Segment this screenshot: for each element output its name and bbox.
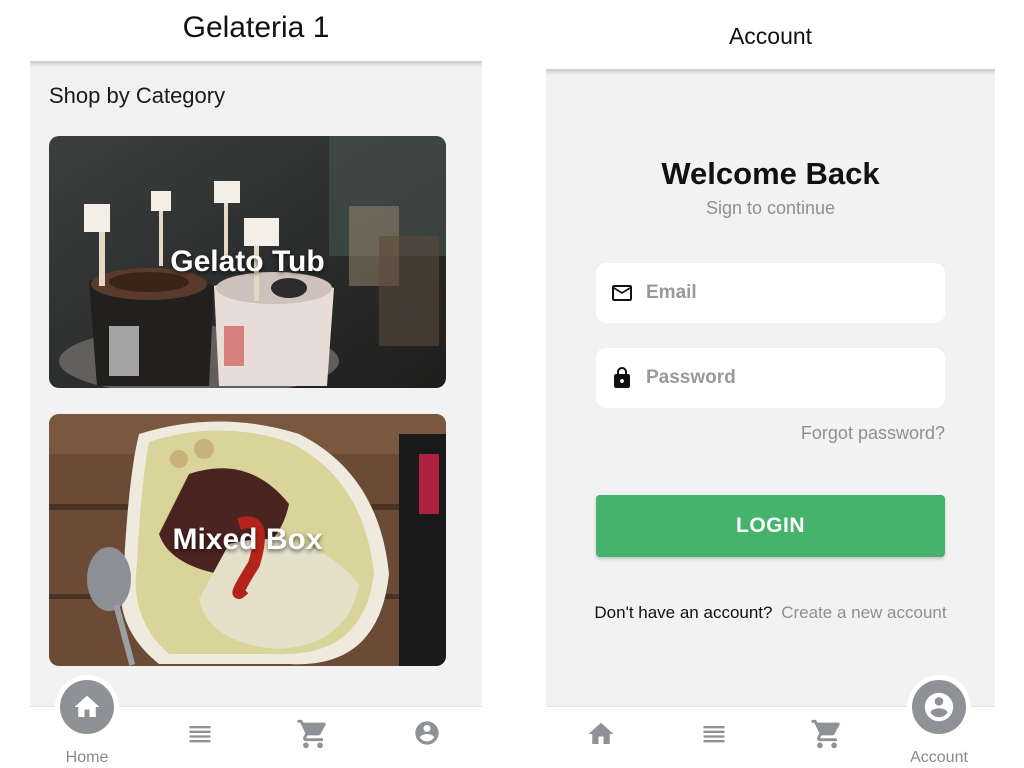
email-icon: [610, 281, 634, 305]
account-content: Welcome Back Sign to continue Forgot pas…: [546, 71, 995, 706]
nav-active-indicator: [907, 675, 971, 739]
lock-icon: [610, 366, 634, 390]
category-card-mixed-box[interactable]: Mixed Box: [49, 414, 446, 666]
home-icon: [74, 695, 100, 717]
nav-menu[interactable]: [669, 707, 759, 768]
no-account-text: Don't have an account?: [594, 603, 773, 622]
create-account-link[interactable]: Create a new account: [781, 603, 946, 622]
category-card-gelato-tub[interactable]: Gelato Tub: [49, 136, 446, 388]
account-header: Account: [546, 0, 995, 71]
nav-active-indicator: [55, 675, 119, 739]
nav-menu[interactable]: [155, 707, 245, 768]
nav-home[interactable]: [556, 707, 646, 768]
bottom-nav: Home: [30, 675, 482, 768]
category-label: Gelato Tub: [170, 245, 325, 278]
nav-home[interactable]: Home: [42, 675, 132, 768]
signup-row: Don't have an account? Create a new acco…: [546, 603, 995, 623]
email-field[interactable]: [646, 282, 926, 304]
account-circle-icon: [924, 692, 954, 722]
page-title: Gelateria 1: [182, 11, 330, 44]
forgot-password-link[interactable]: Forgot password?: [801, 423, 945, 444]
password-field[interactable]: [646, 367, 926, 389]
nav-home-label: Home: [65, 749, 109, 766]
account-circle-icon: [415, 721, 439, 745]
bottom-nav: Account: [546, 675, 995, 768]
nav-account[interactable]: Account: [894, 675, 984, 768]
menu-icon: [703, 726, 725, 743]
home-icon: [588, 722, 614, 744]
menu-icon: [189, 726, 211, 743]
cart-icon: [297, 719, 326, 749]
home-content: Shop by Category Gelato Tub Mixed Box: [30, 63, 482, 706]
account-screen: Account Welcome Back Sign to continue Fo…: [546, 0, 995, 768]
section-title: Shop by Category: [49, 83, 226, 108]
nav-account[interactable]: [382, 707, 472, 768]
nav-cart[interactable]: [782, 707, 872, 768]
home-header: Gelateria 1: [30, 0, 482, 63]
email-field-container[interactable]: [596, 263, 945, 323]
welcome-subtitle: Sign to continue: [705, 198, 836, 218]
cart-icon: [811, 719, 840, 749]
login-button[interactable]: LOGIN: [596, 495, 945, 557]
welcome-heading: Welcome Back: [661, 156, 880, 191]
nav-account-label: Account: [910, 749, 968, 766]
nav-cart[interactable]: [268, 707, 358, 768]
password-field-container[interactable]: [596, 348, 945, 408]
category-label: Mixed Box: [172, 523, 323, 556]
page-title: Account: [728, 23, 813, 49]
home-screen: Gelateria 1 Shop by Category Gelato Tub …: [30, 0, 482, 768]
